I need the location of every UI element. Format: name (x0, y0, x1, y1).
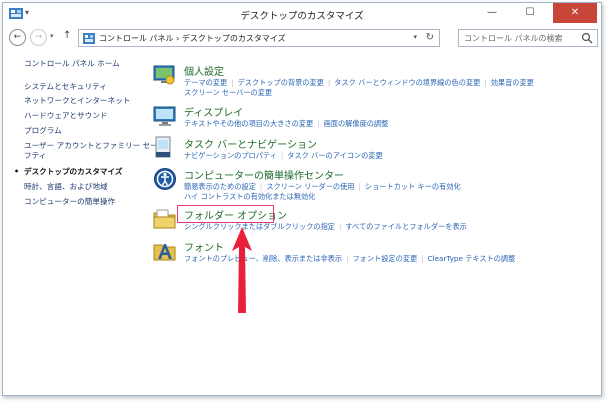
personalization-icon (153, 65, 175, 85)
category-links: テーマの変更 | デスクトップの背景の変更 | タスク バーとウィンドウの境界線の色の変… (184, 78, 534, 97)
link-adjust-resolution[interactable]: 画面の解像度の調整 (324, 119, 389, 128)
link-change-font-settings[interactable]: フォント設定の変更 (352, 254, 417, 263)
link-change-taskbar-color[interactable]: タスク バーとウィンドウの境界線の色の変更 (334, 78, 480, 87)
folder-options-icon (153, 209, 176, 229)
forward-button[interactable]: → (30, 29, 47, 46)
display-icon (153, 106, 176, 126)
sidebar-item-home[interactable]: コントロール パネル ホーム (24, 59, 120, 69)
window-title: デスクトップのカスタマイズ (240, 11, 364, 22)
sidebar-item-desktop-customization: • デスクトップのカスタマイズ (14, 167, 123, 177)
search-input[interactable] (459, 30, 577, 46)
sidebar-item-clock-language[interactable]: 時計、言語、および地域 (24, 182, 108, 192)
link-change-theme[interactable]: テーマの変更 (184, 78, 227, 87)
sidebar-item-programs[interactable]: プログラム (24, 126, 62, 136)
taskbar-icon (155, 136, 171, 158)
link-single-double-click[interactable]: シングルクリックまたはダブルクリックの指定 (184, 222, 335, 231)
recent-locations-button[interactable]: ▾ (50, 32, 54, 40)
search-icon[interactable] (581, 32, 593, 44)
up-button[interactable]: ↑ (63, 30, 71, 41)
link-font-preview[interactable]: フォントのプレビュー、削除、表示または非表示 (184, 254, 342, 263)
annotation-arrow-icon (232, 227, 252, 313)
category-title[interactable]: フォント (184, 239, 224, 254)
sidebar-item-hardware-sound[interactable]: ハードウェアとサウンド (24, 111, 107, 121)
link-change-taskbar-icons[interactable]: タスク バーのアイコンの変更 (287, 151, 382, 160)
control-panel-icon (83, 33, 95, 44)
category-title[interactable]: ディスプレイ (184, 104, 243, 119)
fonts-icon (153, 244, 176, 261)
link-change-screensaver[interactable]: スクリーン セーバーの変更 (184, 88, 272, 97)
link-change-sounds[interactable]: 効果音の変更 (491, 78, 534, 87)
link-cleartype[interactable]: ClearType テキストの調整 (428, 254, 516, 263)
category-links: ナビゲーションのプロパティ | タスク バーのアイコンの変更 (184, 151, 383, 160)
category-title[interactable]: タスク バーとナビゲーション (184, 136, 317, 151)
ease-of-access-icon (154, 168, 176, 190)
sidebar-item-network[interactable]: ネットワークとインターネット (24, 96, 130, 106)
category-links: 簡易表示のための設定 | スクリーン リーダーの使用 | ショートカット キーの有効化 … (184, 182, 461, 201)
back-button[interactable]: ← (9, 29, 26, 46)
sidebar-item-user-accounts-cont[interactable]: フティ (24, 151, 46, 161)
maximize-button[interactable]: ☐ (517, 3, 543, 23)
sidebar-item-ease-of-access[interactable]: コンピューターの簡単操作 (24, 197, 115, 207)
search-box[interactable] (458, 29, 598, 47)
link-change-text-size[interactable]: テキストやその他の項目の大きさの変更 (184, 119, 313, 128)
link-change-background[interactable]: デスクトップの背景の変更 (238, 78, 324, 87)
navigation-bar: ← → ▾ ↑ コントロール パネル › デスクトップのカスタマイズ ▾ ↻ (3, 27, 601, 49)
arrow-right-icon: → (34, 32, 43, 42)
breadcrumb[interactable]: コントロール パネル › デスクトップのカスタマイズ (99, 33, 286, 44)
category-title[interactable]: 個人設定 (184, 63, 224, 78)
category-title[interactable]: コンピューターの簡単操作センター (184, 167, 344, 182)
link-enable-shortcut-keys[interactable]: ショートカット キーの有効化 (365, 182, 461, 191)
folder-options-highlight-box (177, 205, 274, 223)
address-bar[interactable]: コントロール パネル › デスクトップのカスタマイズ ▾ ↻ (78, 29, 440, 47)
title-bar: ▾ デスクトップのカスタマイズ — ☐ ✕ (3, 3, 601, 25)
link-screen-reader[interactable]: スクリーン リーダーの使用 (266, 182, 354, 191)
arrow-left-icon: ← (13, 32, 22, 42)
refresh-icon[interactable]: ↻ (426, 32, 434, 43)
link-high-contrast[interactable]: ハイ コントラストの有効化または無効化 (184, 192, 315, 201)
minimize-button[interactable]: — (479, 3, 505, 23)
link-show-hidden-files[interactable]: すべてのファイルとフォルダーを表示 (345, 222, 466, 231)
category-links: テキストやその他の項目の大きさの変更 | 画面の解像度の調整 (184, 119, 389, 128)
sidebar-item-user-accounts[interactable]: ユーザー アカウントとファミリー セー (24, 141, 158, 151)
link-simplified-display[interactable]: 簡易表示のための設定 (184, 182, 256, 191)
current-item-bullet: • (14, 167, 20, 176)
control-panel-window: ▾ デスクトップのカスタマイズ — ☐ ✕ ← → ▾ ↑ コントロール パネル… (2, 2, 602, 396)
sidebar-item-system-security[interactable]: システムとセキュリティ (24, 82, 107, 92)
address-dropdown-icon[interactable]: ▾ (413, 33, 417, 41)
close-button[interactable]: ✕ (553, 3, 597, 23)
link-navigation-properties[interactable]: ナビゲーションのプロパティ (184, 151, 277, 160)
sidebar-item-label: デスクトップのカスタマイズ (24, 167, 123, 176)
